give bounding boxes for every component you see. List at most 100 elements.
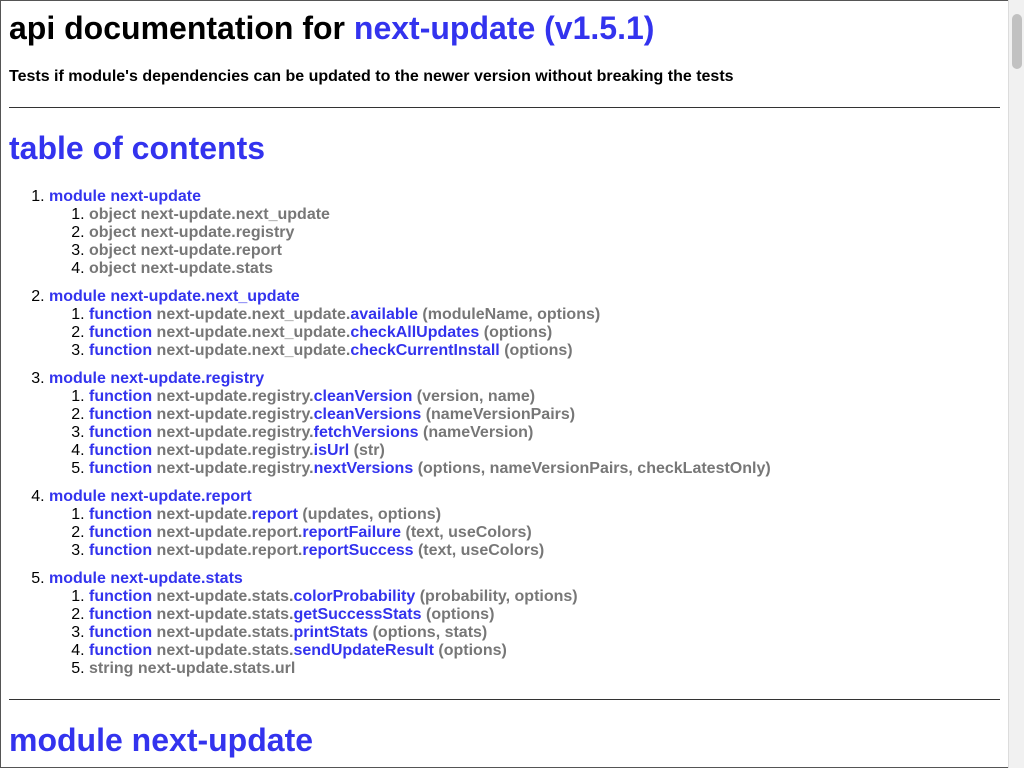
member-kind: object xyxy=(89,260,137,277)
toc-member-item: function next-update.report (updates, op… xyxy=(89,506,989,524)
toc-member-item: function next-update.stats.sendUpdateRes… xyxy=(89,642,989,660)
member-link[interactable]: getSuccessStats xyxy=(293,606,421,623)
member-kind: function xyxy=(89,442,153,459)
member-path: next-update.registry. xyxy=(156,460,314,477)
toc-member-item: function next-update.next_update.checkCu… xyxy=(89,342,989,360)
toc-member-item: object next-update.report xyxy=(89,242,989,260)
member-link[interactable]: report xyxy=(252,506,298,523)
member-link[interactable]: reportFailure xyxy=(302,524,401,541)
member-kind: function xyxy=(89,388,153,405)
member-link[interactable]: sendUpdateResult xyxy=(293,642,433,659)
member-params: (probability, options) xyxy=(419,588,578,605)
member-path: next-update.registry. xyxy=(156,424,314,441)
member-params: (nameVersion) xyxy=(423,424,534,441)
member-params: (text, useColors) xyxy=(417,542,545,559)
toc-member-item: function next-update.next_update.availab… xyxy=(89,306,989,324)
page-title: api documentation for next-update (v1.5.… xyxy=(9,9,654,47)
member-kind: function xyxy=(89,542,153,559)
member-path: next-update.next_update. xyxy=(156,342,351,359)
member-link[interactable]: cleanVersion xyxy=(314,388,413,405)
member-kind: function xyxy=(89,506,153,523)
toc-module-link[interactable]: module next-update xyxy=(49,188,201,205)
toc-member-item: function next-update.registry.fetchVersi… xyxy=(89,424,989,442)
divider xyxy=(9,699,1000,700)
member-kind: function xyxy=(89,642,153,659)
page-title-prefix: api documentation for xyxy=(9,10,354,46)
table-of-contents: module next-updateobject next-update.nex… xyxy=(9,188,989,688)
member-path: next-update.next_update. xyxy=(156,306,351,323)
member-link[interactable]: nextVersions xyxy=(314,460,414,477)
member-path: next-update.report. xyxy=(156,542,303,559)
toc-module-link[interactable]: module next-update.report xyxy=(49,488,252,505)
toc-module-link[interactable]: module next-update.stats xyxy=(49,570,243,587)
toc-member-item: function next-update.report.reportFailur… xyxy=(89,524,989,542)
member-path: next-update.stats. xyxy=(156,588,294,605)
module-heading[interactable]: module next-update xyxy=(9,721,313,759)
member-link[interactable]: available xyxy=(350,306,418,323)
toc-member-item: function next-update.report.reportSucces… xyxy=(89,542,989,560)
toc-module-item: module next-update.next_updatefunction n… xyxy=(49,288,989,360)
toc-member-item: function next-update.registry.cleanVersi… xyxy=(89,406,989,424)
toc-member-item: function next-update.registry.nextVersio… xyxy=(89,460,989,478)
member-kind: function xyxy=(89,460,153,477)
toc-heading-link[interactable]: table of contents xyxy=(9,130,265,166)
member-params: (updates, options) xyxy=(302,506,442,523)
toc-member-item: function next-update.stats.getSuccessSta… xyxy=(89,606,989,624)
member-link[interactable]: reportSuccess xyxy=(302,542,413,559)
vertical-scrollbar[interactable] xyxy=(1008,0,1024,768)
toc-member-item: function next-update.next_update.checkAl… xyxy=(89,324,989,342)
toc-heading[interactable]: table of contents xyxy=(9,129,265,167)
member-params: (text, useColors) xyxy=(405,524,532,541)
member-path: next-update.registry. xyxy=(156,388,314,405)
toc-member-item: object next-update.stats xyxy=(89,260,989,278)
toc-module-item: module next-update.registryfunction next… xyxy=(49,370,989,478)
module-heading-link[interactable]: module next-update xyxy=(9,722,313,758)
package-link[interactable]: next-update (v1.5.1) xyxy=(354,10,655,46)
member-params: (nameVersionPairs) xyxy=(425,406,576,423)
member-kind: function xyxy=(89,306,153,323)
package-description: Tests if module's dependencies can be up… xyxy=(9,68,734,85)
toc-member-list: function next-update.next_update.availab… xyxy=(49,306,989,360)
member-path: next-update.stats. xyxy=(156,642,294,659)
member-kind: function xyxy=(89,324,153,341)
scrollbar-thumb[interactable] xyxy=(1012,14,1022,69)
member-link[interactable]: checkAllUpdates xyxy=(350,324,479,341)
page-frame: api documentation for next-update (v1.5.… xyxy=(0,0,1008,768)
member-path: next-update.report. xyxy=(156,524,303,541)
toc-member-item: function next-update.registry.cleanVersi… xyxy=(89,388,989,406)
member-path: next-update.registry. xyxy=(156,442,314,459)
member-params: (version, name) xyxy=(416,388,536,405)
member-path: next-update.registry xyxy=(140,224,295,241)
member-path: next-update. xyxy=(156,506,252,523)
member-kind: function xyxy=(89,406,153,423)
member-params: (options, nameVersionPairs, checkLatestO… xyxy=(417,460,771,477)
member-link[interactable]: cleanVersions xyxy=(314,406,422,423)
toc-module-link[interactable]: module next-update.next_update xyxy=(49,288,300,305)
member-kind: function xyxy=(89,342,153,359)
member-params: (options) xyxy=(425,606,495,623)
toc-module-list: module next-updateobject next-update.nex… xyxy=(9,188,989,678)
member-path: next-update.stats. xyxy=(156,606,294,623)
member-kind: function xyxy=(89,624,153,641)
toc-member-item: object next-update.next_update xyxy=(89,206,989,224)
member-link[interactable]: isUrl xyxy=(314,442,350,459)
toc-module-item: module next-update.statsfunction next-up… xyxy=(49,570,989,678)
member-link[interactable]: fetchVersions xyxy=(314,424,419,441)
toc-member-item: function next-update.stats.colorProbabil… xyxy=(89,588,989,606)
toc-member-list: function next-update.registry.cleanVersi… xyxy=(49,388,989,478)
member-link[interactable]: colorProbability xyxy=(293,588,415,605)
toc-member-item: function next-update.stats.printStats (o… xyxy=(89,624,989,642)
member-link[interactable]: checkCurrentInstall xyxy=(350,342,499,359)
divider xyxy=(9,107,1000,108)
member-link[interactable]: printStats xyxy=(293,624,368,641)
toc-member-list: function next-update.stats.colorProbabil… xyxy=(49,588,989,678)
member-kind: function xyxy=(89,424,153,441)
toc-module-link[interactable]: module next-update.registry xyxy=(49,370,264,387)
toc-member-item: object next-update.registry xyxy=(89,224,989,242)
member-kind: function xyxy=(89,606,153,623)
member-path: next-update.stats. xyxy=(156,624,294,641)
toc-member-list: function next-update.report (updates, op… xyxy=(49,506,989,560)
toc-member-item: string next-update.stats.url xyxy=(89,660,989,678)
member-params: (options) xyxy=(483,324,553,341)
member-path: next-update.next_update xyxy=(140,206,330,223)
